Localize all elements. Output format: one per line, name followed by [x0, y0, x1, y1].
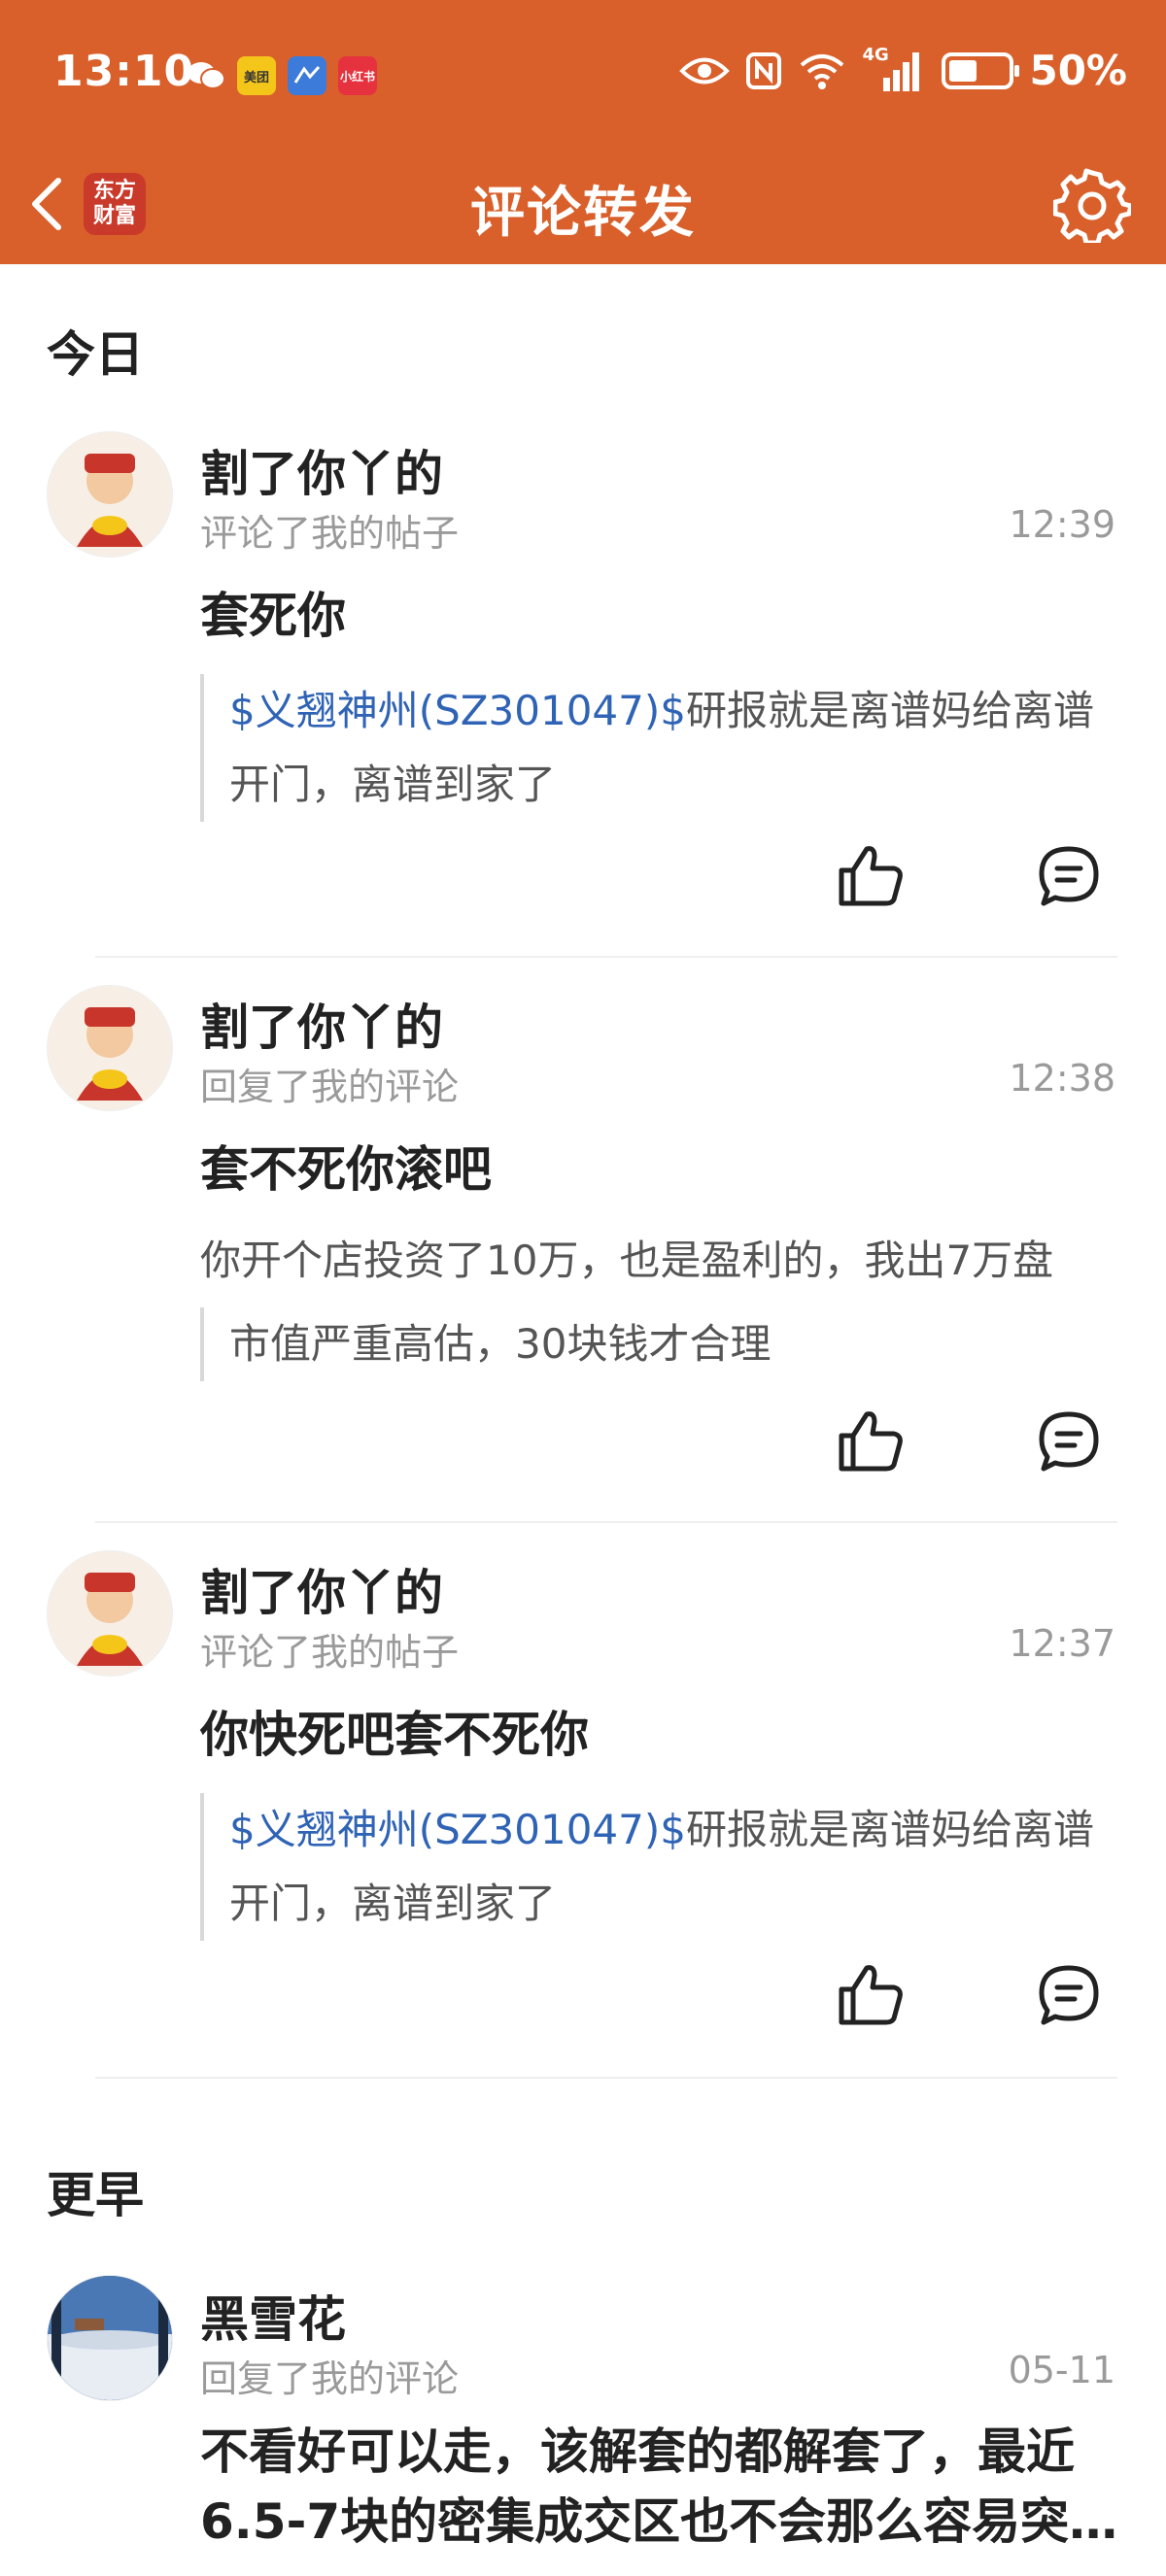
username[interactable]: 割了你丫的 [200, 1554, 443, 1624]
map-app-icon [288, 56, 326, 95]
my-comment-text[interactable]: 你开个店投资了10万，也是盈利的，我出7万盘 [200, 1228, 1143, 1287]
like-button[interactable] [836, 841, 906, 911]
like-button[interactable] [836, 1960, 906, 2030]
reply-button[interactable] [1034, 1407, 1104, 1476]
comment-icon [1039, 1965, 1099, 2025]
comment-content[interactable]: 你快死吧套不死你 [200, 1696, 1123, 1766]
action-text: 评论了我的帖子 [200, 512, 460, 555]
comment-icon [1039, 1411, 1099, 1472]
action-text: 回复了我的评论 [200, 1066, 460, 1108]
avatar[interactable] [47, 431, 173, 558]
timestamp: 12:38 [1009, 1057, 1115, 1100]
gear-icon [1052, 168, 1134, 246]
action-text: 评论了我的帖子 [200, 1631, 460, 1674]
wifi-icon [801, 53, 844, 89]
section-today: 今日 [47, 326, 144, 383]
divider [95, 956, 1117, 958]
timestamp: 12:37 [1009, 1622, 1115, 1665]
username[interactable]: 割了你丫的 [200, 435, 443, 505]
signal-icon: 4G [862, 45, 926, 91]
stock-link[interactable]: $义翘神州(SZ301047)$ [229, 1806, 686, 1853]
quote-text: 市值严重高估，30块钱才合理 [229, 1320, 772, 1368]
stock-link[interactable]: $义翘神州(SZ301047)$ [229, 687, 686, 734]
thumbs-up-icon [839, 846, 903, 906]
section-earlier: 更早 [47, 2167, 144, 2223]
status-app-icons: 美团 小红书 [187, 56, 377, 95]
nfc-icon [746, 51, 782, 89]
comment-icon [1039, 846, 1099, 906]
avatar[interactable] [47, 1550, 173, 1677]
status-right: 4G 50% [679, 45, 1127, 94]
like-button[interactable] [836, 1407, 906, 1476]
nav-bar: 东方财富 评论转发 [0, 146, 1166, 264]
reply-content[interactable]: 不看好可以走，该解套的都解套了，最近6.5-7块的密集成交区也不会那么容易突… [200, 2417, 1123, 2557]
wechat-icon [187, 56, 225, 95]
quoted-post[interactable]: $义翘神州(SZ301047)$研报就是离谱妈给离谱开门，离谱到家了 [200, 674, 1123, 822]
action-text: 回复了我的评论 [200, 2357, 460, 2400]
top-bar: 13:10 美团 小红书 4G 50% 东方财富 评论转发 [0, 0, 1166, 264]
eye-icon [679, 57, 731, 84]
thumbs-up-icon [839, 1411, 903, 1472]
notification-item[interactable]: 割了你丫的 评论了我的帖子 12:39 套死你 $义翘神州(SZ301047)$… [0, 425, 1166, 950]
avatar[interactable] [47, 985, 173, 1111]
status-bar: 13:10 美团 小红书 4G 50% [0, 0, 1166, 146]
quoted-comment[interactable]: 市值严重高估，30块钱才合理 [200, 1307, 1123, 1381]
page-title: 评论转发 [470, 182, 696, 245]
notification-item[interactable]: 黑雪花 回复了我的评论 05-11 不看好可以走，该解套的都解套了，最近6.5-… [0, 2271, 1166, 2576]
meituan-icon: 美团 [237, 56, 276, 95]
comment-content[interactable]: 套死你 [200, 577, 1123, 647]
battery-icon [942, 51, 1020, 89]
avatar[interactable] [47, 2275, 173, 2401]
timestamp: 12:39 [1009, 503, 1115, 546]
divider [95, 1521, 1117, 1523]
settings-button[interactable] [1052, 165, 1134, 246]
xiaohongshu-icon: 小红书 [338, 56, 377, 95]
username[interactable]: 割了你丫的 [200, 989, 443, 1059]
reply-button[interactable] [1034, 841, 1104, 911]
quoted-post[interactable]: $义翘神州(SZ301047)$研报就是离谱妈给离谱开门，离谱到家了 [200, 1793, 1123, 1941]
timestamp: 05-11 [1008, 2349, 1115, 2391]
status-time: 13:10 [53, 47, 195, 96]
notification-item[interactable]: 割了你丫的 回复了我的评论 12:38 套不死你滚吧 你开个店投资了10万，也是… [0, 979, 1166, 1504]
network-type: 4G [862, 44, 889, 65]
divider [95, 2077, 1117, 2079]
thumbs-up-icon [839, 1965, 903, 2025]
reply-button[interactable] [1034, 1960, 1104, 2030]
notification-item[interactable]: 割了你丫的 评论了我的帖子 12:37 你快死吧套不死你 $义翘神州(SZ301… [0, 1544, 1166, 2069]
reply-content[interactable]: 套不死你滚吧 [200, 1131, 1123, 1201]
battery-percent: 50% [1029, 47, 1127, 94]
username[interactable]: 黑雪花 [200, 2281, 346, 2351]
